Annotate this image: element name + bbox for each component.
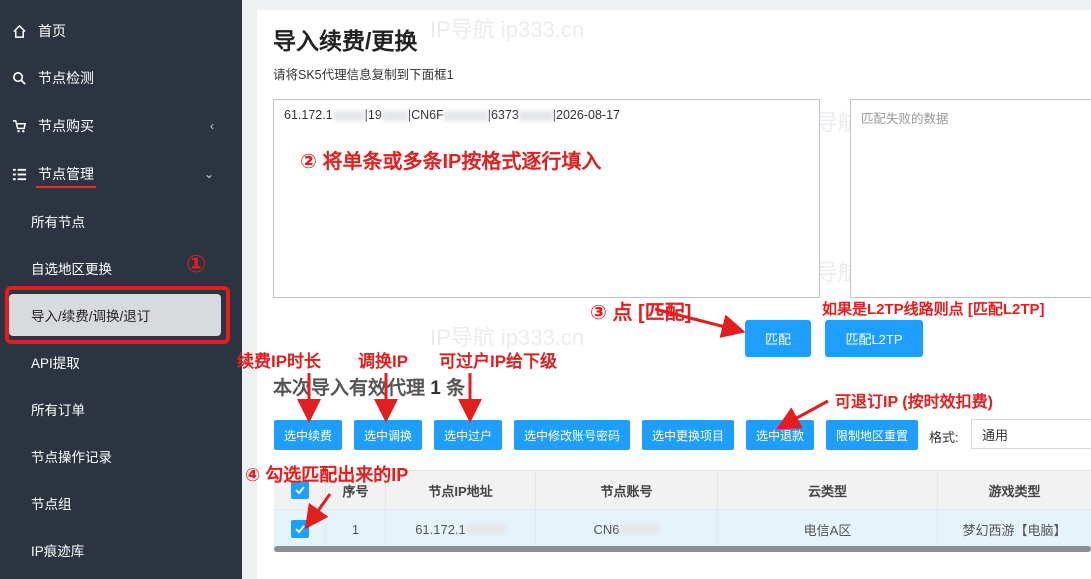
sidebar-item-node-buy[interactable]: 节点购买 ‹ (0, 103, 242, 149)
redacted-block (465, 524, 506, 534)
format-value: 通用 (982, 427, 1009, 443)
input-ip-part: 61.172.1 (284, 108, 333, 122)
annotation-l2tp: 如果是L2TP线路则点 [匹配L2TP] (822, 301, 1045, 318)
watermark: IP导航 ip333.cn (430, 17, 585, 42)
row-account-text: CN6 (593, 521, 620, 537)
redacted-block (332, 110, 365, 121)
match-l2tp-button[interactable]: 匹配L2TP (825, 320, 923, 357)
sidebar-subitem-node-group[interactable]: 节点组 (0, 480, 242, 526)
check-icon (294, 525, 305, 534)
sidebar-item-node-manage[interactable]: 节点管理 ⌄ (0, 151, 242, 197)
sidebar-subitem-all-nodes[interactable]: 所有节点 (0, 198, 242, 244)
input-expiry-part: |2026-08-17 (552, 108, 620, 122)
annotation-step4: ④ 勾选匹配出来的IP (245, 465, 409, 485)
page-title: 导入续费/更换 (273, 28, 418, 54)
format-select[interactable]: 通用 (971, 419, 1091, 449)
annotation-step3: ③ 点 [匹配] (590, 302, 692, 324)
sidebar-item-label: 节点管理 (38, 166, 94, 182)
annotation-transfer: 可过户IP给下级 (439, 352, 558, 371)
row-cloud-type: 电信A区 (718, 510, 938, 548)
horizontal-scrollbar[interactable] (274, 546, 1091, 552)
match-button[interactable]: 匹配 (745, 320, 811, 357)
redacted-block (518, 110, 553, 121)
sidebar-subitem-ip-trace[interactable]: IP痕迹库 (0, 527, 242, 573)
proxy-input-textarea[interactable]: 61.172.1 |19 |CN6F |6373 |2026-08-17 (273, 99, 820, 298)
annotation-renew: 续费IP时长 (237, 352, 322, 371)
reset-region-limit-button[interactable]: 限制地区重置 (826, 420, 918, 450)
header-game-type: 游戏类型 (988, 483, 1041, 499)
import-summary: 本次导入有效代理 1 条 (273, 373, 465, 400)
row-checkbox[interactable] (290, 520, 309, 538)
change-project-button[interactable]: 选中更换项目 (642, 420, 734, 450)
sidebar-subitem-api[interactable]: API提取 (0, 339, 242, 385)
redacted-block (381, 110, 408, 121)
summary-count: 1 (430, 378, 441, 399)
input-account-part: |CN6F (407, 108, 444, 122)
row-account: CN6 (536, 510, 718, 548)
redacted-block (443, 110, 488, 121)
sidebar-item-label: 首页 (38, 23, 66, 39)
row-index: 1 (326, 510, 386, 548)
annotation-step1: ① (186, 251, 207, 278)
renew-selected-button[interactable]: 选中续费 (274, 420, 342, 450)
header-account: 节点账号 (536, 471, 718, 509)
table-row[interactable]: 1 61.172.1 CN6 电信A区 梦幻西游【电脑】 (274, 510, 1091, 548)
highlight-box (5, 286, 230, 344)
row-ip: 61.172.1 (386, 510, 536, 548)
sidebar-item-label: 节点购买 (38, 118, 94, 134)
sidebar-item-node-check[interactable]: 节点检测 (0, 55, 242, 101)
sidebar-subitem-operation-log[interactable]: 节点操作记录 (0, 433, 242, 479)
home-icon (0, 24, 38, 39)
refund-selected-button[interactable]: 选中退款 (746, 420, 814, 450)
format-label: 格式: (929, 430, 959, 445)
input-password-part: |6373 (487, 108, 519, 122)
change-credentials-button[interactable]: 选中修改账号密码 (514, 420, 630, 450)
active-underline (36, 186, 96, 188)
search-icon (0, 71, 38, 86)
annotation-swap: 调换IP (358, 352, 409, 371)
swap-selected-button[interactable]: 选中调换 (354, 420, 422, 450)
sidebar-subitem-orders[interactable]: 所有订单 (0, 386, 242, 432)
chevron-left-icon: ‹ (210, 119, 214, 133)
summary-suffix: 条 (446, 378, 466, 399)
sidebar-item-home[interactable]: 首页 (0, 8, 242, 54)
failed-data-textarea[interactable]: 匹配失败的数据 (850, 99, 1091, 298)
header-cloud-type: 云类型 (718, 471, 938, 509)
annotation-refund: 可退订IP (按时效扣费) (835, 394, 993, 411)
redacted-block (619, 524, 660, 534)
list-icon (0, 167, 38, 182)
row-checkbox-cell (274, 510, 326, 548)
transfer-selected-button[interactable]: 选中过户 (434, 420, 502, 450)
annotation-step2: ② 将单条或多条IP按格式逐行填入 (300, 151, 602, 173)
row-game-type: 梦幻西游【电脑】 (962, 522, 1067, 538)
header-ip: 节点IP地址 (386, 471, 536, 509)
summary-prefix: 本次导入有效代理 (273, 378, 426, 399)
cart-icon (0, 119, 38, 134)
chevron-down-icon: ⌄ (203, 167, 214, 181)
sidebar-item-label: 节点检测 (38, 70, 94, 86)
input-port-part: |19 (364, 108, 382, 122)
row-ip-text: 61.172.1 (415, 521, 466, 537)
instruction-text: 请将SK5代理信息复制到下面框1 (273, 68, 454, 82)
